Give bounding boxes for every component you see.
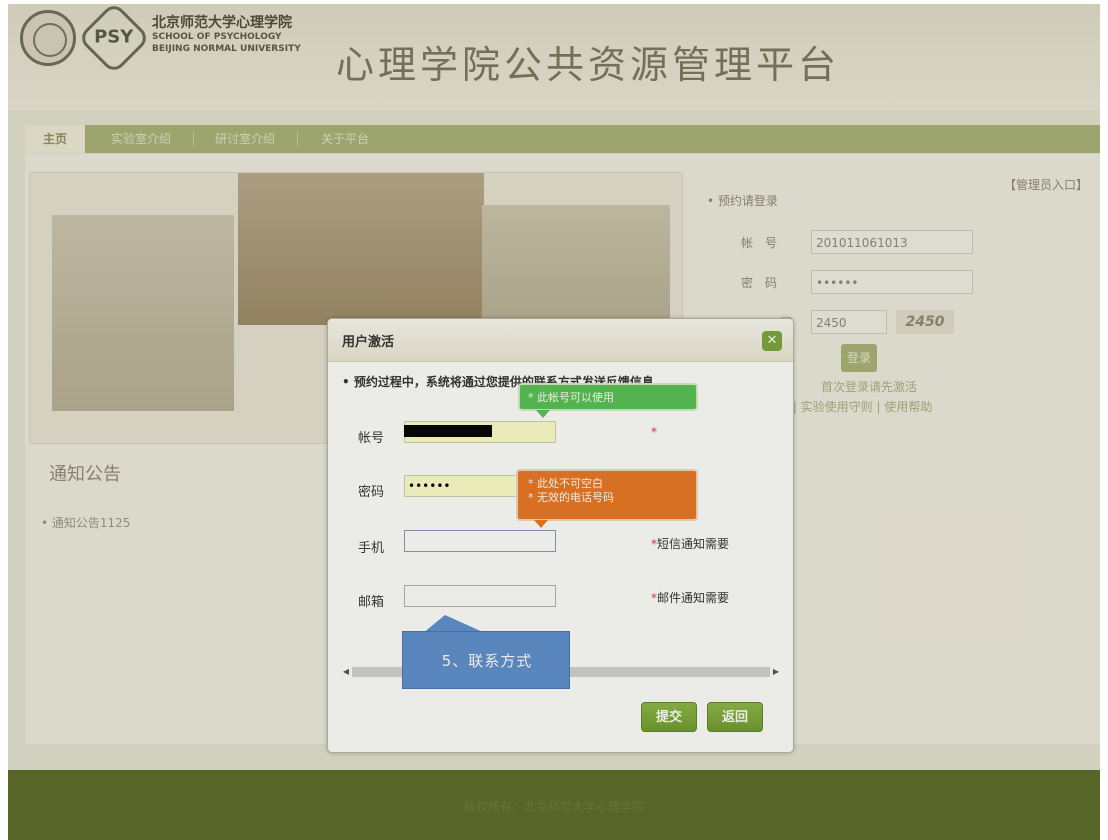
tab-about-platform[interactable]: 关于平台 xyxy=(305,125,385,153)
phone-error-line2: * 无效的电话号码 xyxy=(528,491,614,504)
back-button[interactable]: 返回 xyxy=(707,702,763,732)
site-header: PSY 北京师范大学心理学院 SCHOOL OF PSYCHOLOGY BEIJ… xyxy=(8,4,1100,110)
nav-separator xyxy=(297,131,298,147)
callout-text: 5、联系方式 xyxy=(441,652,533,670)
password-field-label: 密码 xyxy=(358,485,385,500)
password-input[interactable]: •••••• xyxy=(811,270,973,294)
admin-entry-link[interactable]: 【管理员入口】 xyxy=(1004,176,1088,193)
scroll-right-icon[interactable]: ▶ xyxy=(770,665,782,679)
redacted-account-value xyxy=(404,425,492,437)
required-asterisk: * xyxy=(651,425,657,439)
first-login-activate-link[interactable]: 首次登录请先激活 xyxy=(821,378,917,395)
account-valid-tooltip: * 此帐号可以使用 xyxy=(518,383,698,418)
submit-button[interactable]: 提交 xyxy=(641,702,697,732)
dialog-title: 用户激活 xyxy=(342,335,395,350)
email-hint: *邮件通知需要 xyxy=(651,589,729,606)
notice-item[interactable]: • 通知公告1125 xyxy=(41,514,130,531)
email-field-label: 邮箱 xyxy=(358,595,385,610)
phone-field-label: 手机 xyxy=(358,541,385,556)
close-icon[interactable]: ✕ xyxy=(762,331,782,351)
email-field[interactable] xyxy=(404,585,556,607)
password-label: 密 码 xyxy=(741,276,778,290)
captcha-image[interactable]: 2450 xyxy=(896,310,954,334)
user-activation-dialog: 用户激活 ✕ • 预约过程中，系统将通过您提供的联系方式发送反馈信息。 帐号 *… xyxy=(327,318,794,753)
account-label: 帐 号 xyxy=(741,236,778,250)
account-field-label: 帐号 xyxy=(358,431,385,446)
psy-logo: PSY xyxy=(77,4,151,75)
tab-seminar-room-intro[interactable]: 研讨室介绍 xyxy=(201,125,289,153)
phone-hint-text: 短信通知需要 xyxy=(657,537,730,551)
login-title: • 预约请登录 xyxy=(707,194,778,208)
copyright-text: 版权所有：北京师范大学心理学院 xyxy=(463,800,644,814)
site-footer: 版权所有：北京师范大学心理学院 xyxy=(8,770,1100,840)
main-nav: 主页 实验室介绍 研讨室介绍 关于平台 xyxy=(25,125,1100,153)
phone-hint: *短信通知需要 xyxy=(651,535,729,552)
psy-logo-text: PSY xyxy=(94,26,134,48)
login-button[interactable]: 登录 xyxy=(841,344,877,372)
university-name-en: BEIJING NORMAL UNIVERSITY xyxy=(152,44,301,54)
scroll-left-icon[interactable]: ◀ xyxy=(340,665,352,679)
email-hint-text: 邮件通知需要 xyxy=(657,591,730,605)
notice-title: 通知公告 xyxy=(49,464,121,485)
tab-lab-intro[interactable]: 实验室介绍 xyxy=(97,125,185,153)
phone-field[interactable] xyxy=(404,530,556,552)
lab-photo-left xyxy=(52,215,234,411)
university-seal-logo xyxy=(20,10,76,66)
school-name-en: SCHOOL OF PSYCHOLOGY xyxy=(152,32,282,42)
school-name-cn: 北京师范大学心理学院 xyxy=(152,15,292,31)
lab-photo-center xyxy=(238,173,484,325)
account-input[interactable]: 201011061013 xyxy=(811,230,973,254)
dialog-header: 用户激活 ✕ xyxy=(328,319,793,362)
annotation-callout: 5、联系方式 xyxy=(402,631,570,689)
phone-error-tooltip: * 此处不可空白 * 无效的电话号码 xyxy=(516,469,698,528)
phone-error-line1: * 此处不可空白 xyxy=(528,477,603,490)
account-required-mark: * xyxy=(651,425,657,439)
nav-separator xyxy=(193,131,194,147)
tab-home[interactable]: 主页 xyxy=(25,125,85,153)
site-title: 心理学院公共资源管理平台 xyxy=(336,43,841,87)
captcha-input[interactable]: 2450 xyxy=(811,310,887,334)
